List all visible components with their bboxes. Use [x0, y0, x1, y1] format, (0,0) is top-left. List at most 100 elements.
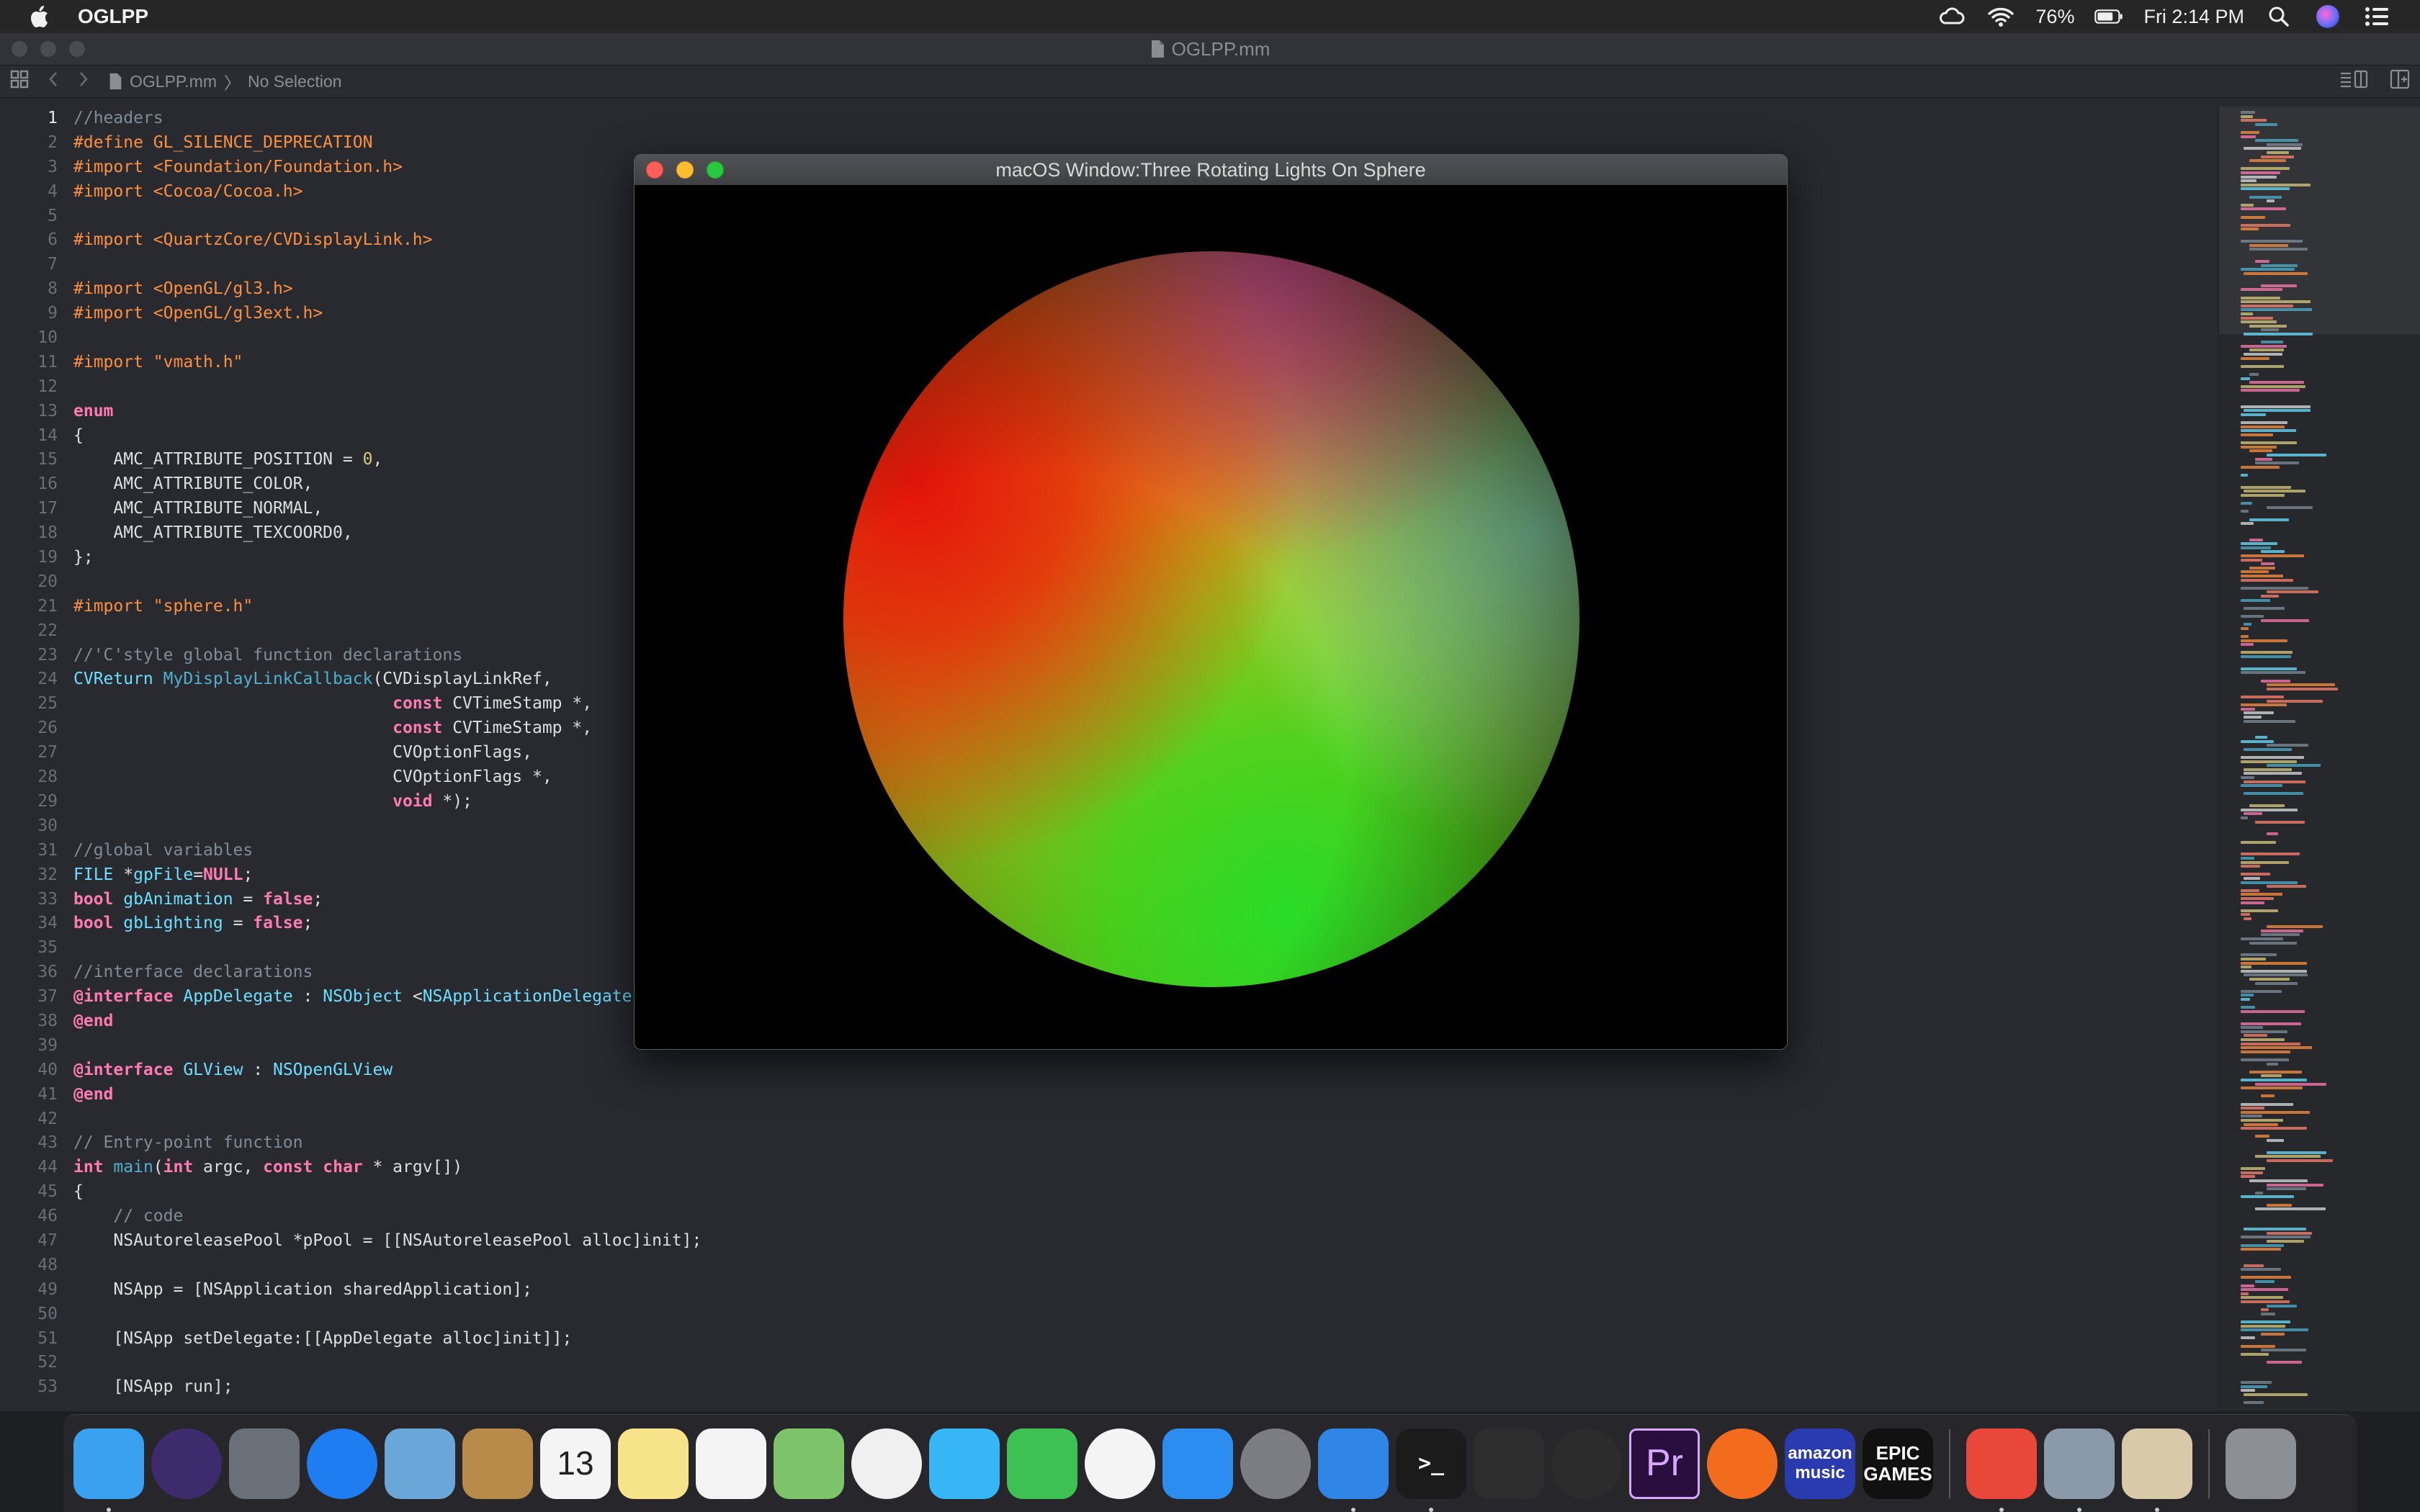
dock-logic-pro-icon[interactable] [1551, 1428, 1622, 1499]
code-line[interactable] [73, 204, 702, 229]
dock-contacts-icon[interactable] [462, 1428, 533, 1499]
dock-messages-icon[interactable] [929, 1428, 1000, 1499]
dock-firefox-icon[interactable] [1707, 1428, 1778, 1499]
dock-facetime-icon[interactable] [1007, 1428, 1077, 1499]
back-arrow-icon[interactable] [48, 71, 59, 92]
dock-premiere-pro-icon[interactable]: Pr [1629, 1428, 1700, 1499]
dock-epic-games-icon[interactable]: EPIC GAMES [1863, 1428, 1933, 1499]
code-line[interactable]: @end [73, 1009, 702, 1034]
search-icon[interactable] [2264, 2, 2293, 31]
code-line[interactable]: [NSApp run]; [73, 1375, 702, 1400]
code-line[interactable]: #import <QuartzCore/CVDisplayLink.h> [73, 228, 702, 253]
dock-calendar-icon[interactable]: 13 [540, 1428, 611, 1499]
code-line[interactable]: enum [73, 400, 702, 424]
code-line[interactable]: CVOptionFlags *, [73, 765, 702, 790]
code-line[interactable]: #define GL_SILENCE_DEPRECATION [73, 131, 702, 156]
code-line[interactable]: CVOptionFlags, [73, 741, 702, 765]
dock-notes-icon[interactable] [618, 1428, 689, 1499]
code-line[interactable] [73, 326, 702, 351]
dock-siri-icon[interactable] [151, 1428, 222, 1499]
code-line[interactable]: [NSApp setDelegate:[[AppDelegate alloc]i… [73, 1327, 702, 1351]
code-line[interactable] [73, 253, 702, 277]
code-line[interactable] [73, 936, 702, 960]
breadcrumb-selection[interactable]: No Selection [248, 72, 341, 91]
code-line[interactable] [73, 1254, 702, 1278]
dock-textedit-icon[interactable] [2122, 1428, 2192, 1512]
code-line[interactable]: }; [73, 546, 702, 570]
dock-music-icon[interactable] [1085, 1428, 1155, 1499]
minimap[interactable] [2218, 107, 2420, 1411]
dock-xcode-icon[interactable] [1318, 1428, 1389, 1512]
code-line[interactable]: NSAutoreleasePool *pPool = [[NSAutorelea… [73, 1229, 702, 1254]
menu-clock[interactable]: Fri 2:14 PM [2143, 6, 2244, 28]
wifi-icon[interactable] [1986, 2, 2015, 31]
dock-launchpad-icon[interactable] [229, 1428, 300, 1499]
code-line[interactable]: AMC_ATTRIBUTE_COLOR, [73, 472, 702, 497]
code-line[interactable]: #import <OpenGL/gl3ext.h> [73, 302, 702, 326]
siri-icon[interactable] [2313, 2, 2342, 31]
code-line[interactable]: AMC_ATTRIBUTE_POSITION = 0, [73, 448, 702, 472]
code-line[interactable]: #import <Foundation/Foundation.h> [73, 156, 702, 180]
code-line[interactable]: AMC_ATTRIBUTE_TEXCOORD0, [73, 521, 702, 546]
dock-finder-icon[interactable] [73, 1428, 144, 1512]
code-line[interactable] [73, 1034, 702, 1058]
dock-reminders-icon[interactable] [696, 1428, 766, 1499]
source-code[interactable]: //headers #define GL_SILENCE_DEPRECATION #… [73, 107, 702, 1400]
code-line[interactable] [73, 619, 702, 644]
code-line[interactable] [73, 1351, 702, 1375]
code-line[interactable]: // code [73, 1205, 702, 1229]
gl-render-canvas[interactable] [635, 185, 1787, 1049]
dock-safari-icon[interactable] [307, 1428, 377, 1499]
related-items-icon[interactable] [10, 70, 29, 93]
code-line[interactable]: int main(int argc, const char * argv[]) [73, 1156, 702, 1180]
code-line[interactable] [73, 1107, 702, 1132]
forward-arrow-icon[interactable] [78, 71, 89, 92]
opengl-window[interactable]: macOS Window:Three Rotating Lights On Sp… [634, 154, 1788, 1050]
code-line[interactable]: const CVTimeStamp *, [73, 716, 702, 741]
creative-cloud-icon[interactable] [1937, 2, 1966, 31]
code-line[interactable]: void *); [73, 790, 702, 814]
code-line[interactable]: AMC_ATTRIBUTE_NORMAL, [73, 497, 702, 521]
code-line[interactable] [73, 1302, 702, 1327]
code-line[interactable]: @interface GLView : NSOpenGLView [73, 1058, 702, 1083]
dock-terminal-icon[interactable]: >_ [1396, 1428, 1466, 1512]
code-line[interactable]: { [73, 1180, 702, 1205]
code-line[interactable]: //headers [73, 107, 702, 131]
code-line[interactable]: NSApp = [NSApplication sharedApplication… [73, 1278, 702, 1302]
code-line[interactable]: { [73, 424, 702, 449]
code-line[interactable] [73, 570, 702, 595]
breadcrumb[interactable]: OGLPP.mm 〉 No Selection [108, 69, 341, 94]
code-line[interactable]: @end [73, 1083, 702, 1107]
code-line[interactable]: #import "vmath.h" [73, 351, 702, 375]
code-line[interactable]: // Entry-point function [73, 1131, 702, 1156]
dock-maps-icon[interactable] [774, 1428, 844, 1499]
gl-window-title-bar[interactable]: macOS Window:Three Rotating Lights On Sp… [635, 155, 1787, 185]
control-center-icon[interactable] [2362, 2, 2391, 31]
code-line[interactable]: //global variables [73, 839, 702, 863]
dock-final-cut-pro-icon[interactable] [1474, 1428, 1544, 1499]
code-line[interactable]: #import <OpenGL/gl3.h> [73, 277, 702, 302]
editor-options-icon[interactable] [2339, 70, 2368, 93]
dock-system-preferences-icon[interactable] [1240, 1428, 1311, 1499]
code-line[interactable]: //'C'style global function declarations [73, 644, 702, 668]
dock-app-store-icon[interactable] [1162, 1428, 1233, 1499]
code-line[interactable] [73, 375, 702, 400]
dock-anydesk-icon[interactable] [1966, 1428, 2037, 1512]
code-line[interactable]: //interface declarations [73, 960, 702, 985]
code-line[interactable]: bool gbAnimation = false; [73, 888, 702, 912]
code-line[interactable]: #import "sphere.h" [73, 595, 702, 619]
dock-preview-icon[interactable] [2044, 1428, 2115, 1512]
breadcrumb-file[interactable]: OGLPP.mm [130, 72, 217, 91]
apple-icon[interactable] [26, 2, 55, 31]
battery-percentage[interactable]: 76% [2035, 6, 2074, 28]
battery-icon[interactable] [2094, 2, 2123, 31]
code-line[interactable]: #import <Cocoa/Cocoa.h> [73, 180, 702, 204]
app-menu-name[interactable]: OGLPP [78, 5, 148, 28]
code-line[interactable] [73, 814, 702, 839]
dock-mail-icon[interactable] [385, 1428, 455, 1499]
code-line[interactable]: CVReturn MyDisplayLinkCallback(CVDisplay… [73, 667, 702, 692]
dock-photos-icon[interactable] [851, 1428, 922, 1499]
code-line[interactable]: const CVTimeStamp *, [73, 692, 702, 716]
code-line[interactable]: @interface AppDelegate : NSObject <NSApp… [73, 985, 702, 1009]
dock-trash-icon[interactable] [2226, 1428, 2296, 1499]
